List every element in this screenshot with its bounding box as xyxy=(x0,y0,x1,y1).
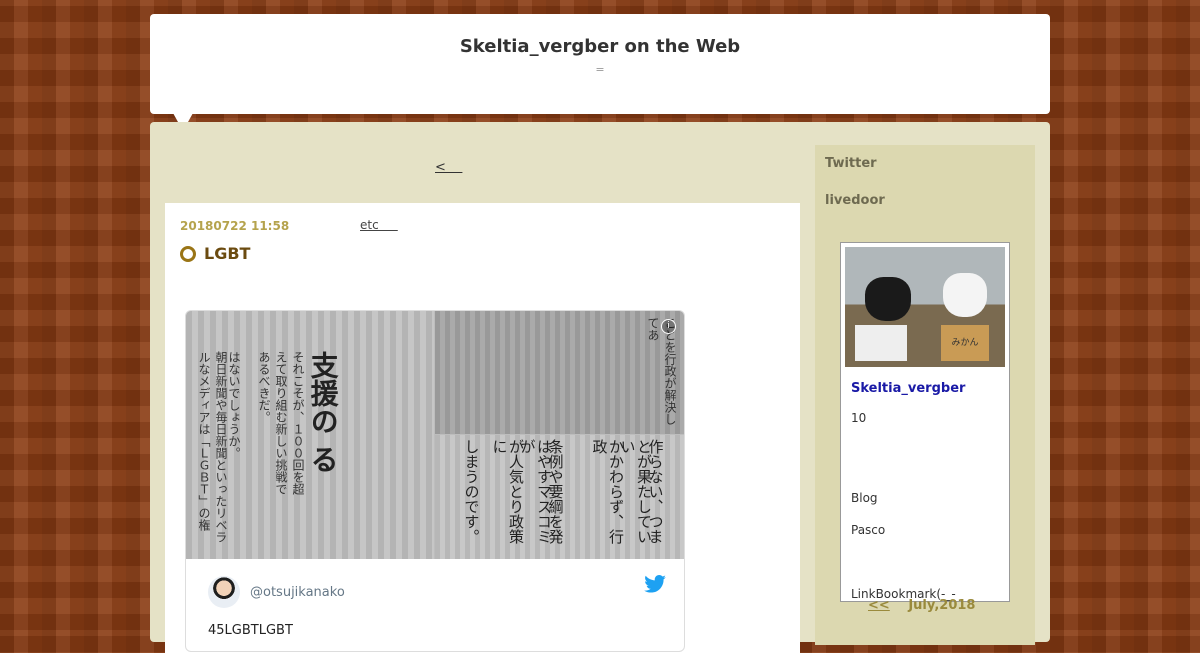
profile-blog-link[interactable]: Blog xyxy=(851,491,878,505)
image-text-col: それこそが、１００回を超えて取り組む新しい挑戦であるべきだ。 xyxy=(257,351,305,495)
sidebar-heading-livedoor: livedoor xyxy=(825,193,885,208)
post-date: 20180722 11:58 xyxy=(180,219,290,233)
image-text-col: 朝日新聞や毎日新聞といったリベラルなメディアは「ＬＧＢＴ」の権 xyxy=(197,351,228,543)
white-cat-figure xyxy=(943,273,987,317)
tweet-image-top-right[interactable]: ことを行政が解決してあ xyxy=(435,311,684,434)
calendar-nav: << July,2018 xyxy=(868,598,975,613)
post-title[interactable]: LGBT xyxy=(180,244,250,263)
tweet-image-left[interactable]: 支援の る それこそが、１００回を超えて取り組む新しい挑戦であるべきだ。 はない… xyxy=(186,311,434,559)
main-panel: < 20180722 11:58 etc LGBT 支援の る それこそが、１０… xyxy=(150,122,1050,653)
tweet-images[interactable]: 支援の る それこそが、１００回を超えて取り組む新しい挑戦であるべきだ。 はない… xyxy=(186,311,684,559)
blog-post: 20180722 11:58 etc LGBT 支援の る それこそが、１００回… xyxy=(165,203,800,653)
profile-widget: みかん Skeltia_vergber 10 Blog Pasco LinkBo… xyxy=(840,242,1010,602)
black-cat-figure xyxy=(865,277,911,321)
prev-post-link[interactable]: < xyxy=(435,160,462,175)
image-text-col: かかわらず、行政 xyxy=(590,439,626,544)
sidebar-heading-twitter: Twitter xyxy=(825,156,877,171)
profile-pasco-link[interactable]: Pasco xyxy=(851,523,885,537)
blog-title[interactable]: Skeltia_vergber on the Web xyxy=(150,36,1050,57)
image-text-col: ことを行政が解決してあ xyxy=(646,317,677,425)
image-text-col: が人気とり政策に xyxy=(490,439,526,544)
calendar-month: July,2018 xyxy=(908,598,976,613)
info-icon[interactable]: i xyxy=(661,319,676,334)
tweet-author[interactable]: @otsujikanako xyxy=(208,576,345,608)
twitter-bird-icon[interactable] xyxy=(644,575,666,593)
tweet-text: 45LGBTLGBT xyxy=(208,623,293,638)
profile-name-link[interactable]: Skeltia_vergber xyxy=(851,381,965,396)
sidebar: Twitter livedoor みかん Skeltia_vergber 10 … xyxy=(815,145,1035,645)
blog-header: Skeltia_vergber on the Web = xyxy=(150,14,1050,114)
profile-image[interactable]: みかん xyxy=(845,247,1005,367)
tweet-image-bottom-right[interactable]: 作らない、つま とが果たしていい かかわらず、行政 条例や要綱を発 はやすマスコ… xyxy=(435,435,684,559)
avatar[interactable] xyxy=(208,576,240,608)
post-category-link[interactable]: etc xyxy=(360,218,398,232)
calendar-prev-link[interactable]: << xyxy=(868,598,890,613)
cardboard-box xyxy=(855,325,907,361)
post-title-text: LGBT xyxy=(204,244,251,263)
image-headline: 支援の る xyxy=(306,351,340,473)
blog-subtitle: = xyxy=(595,63,605,76)
ring-icon xyxy=(180,245,196,262)
mikan-box: みかん xyxy=(941,325,989,361)
embedded-tweet[interactable]: 支援の る それこそが、１００回を超えて取り組む新しい挑戦であるべきだ。 はない… xyxy=(185,310,685,652)
tweet-handle[interactable]: @otsujikanako xyxy=(250,585,345,600)
image-text-col: しまうのです。 xyxy=(462,439,481,544)
profile-count: 10 xyxy=(851,411,867,425)
